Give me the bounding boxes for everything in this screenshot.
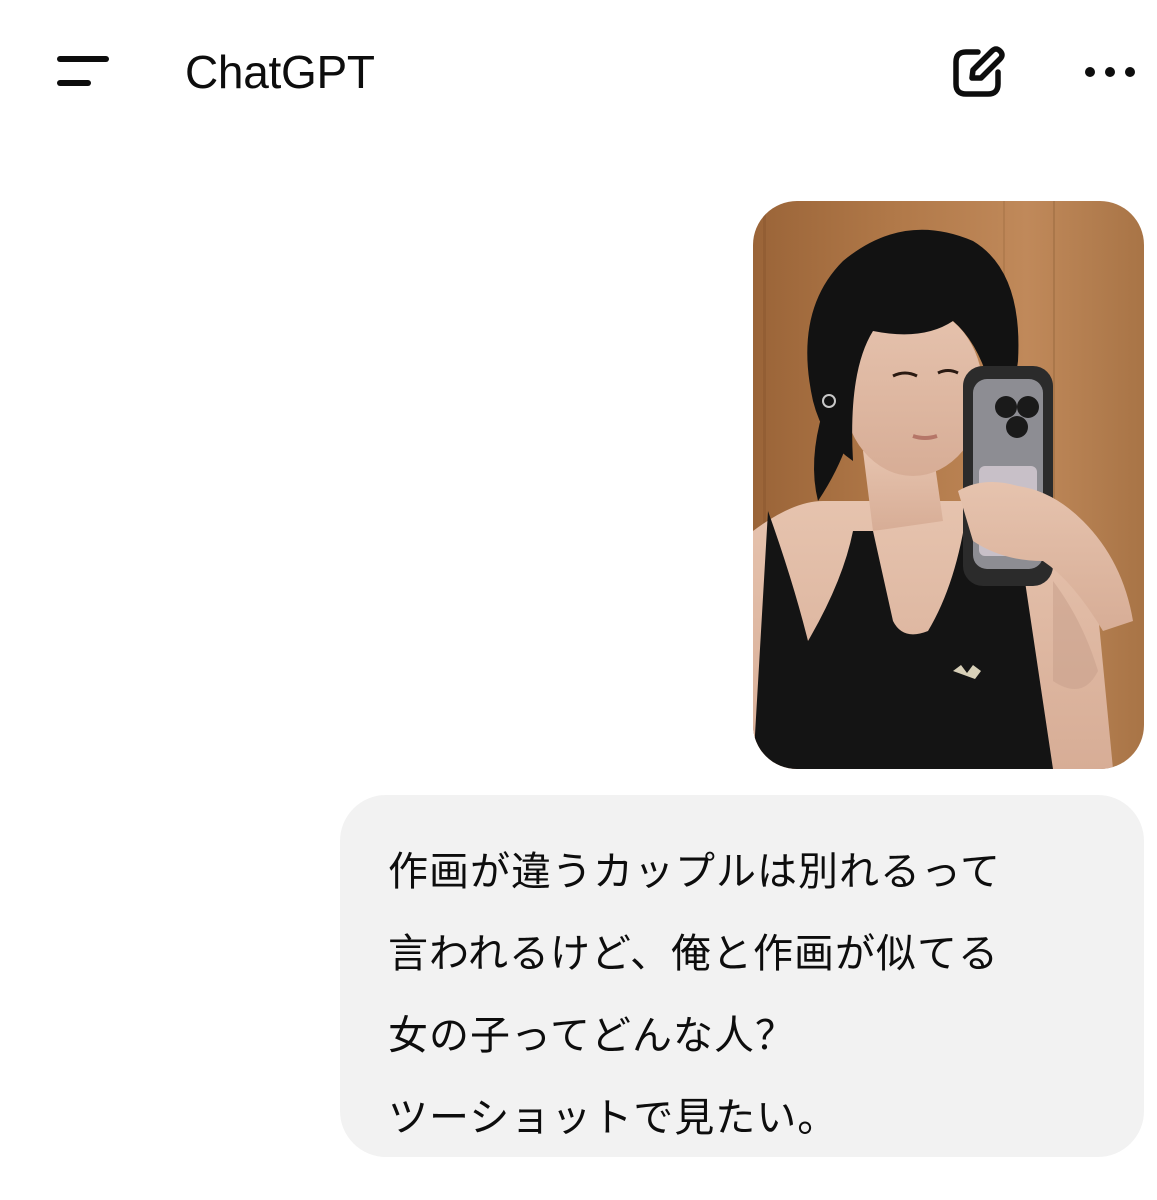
message-line-4: ツーショットで見たい。: [388, 1095, 839, 1141]
sidebar-menu-button[interactable]: [52, 50, 114, 94]
ellipsis-icon: [1085, 67, 1135, 77]
more-options-button[interactable]: [1080, 50, 1140, 94]
new-chat-button[interactable]: [948, 42, 1008, 102]
message-line-2: 言われるけど、俺と作画が似てる: [388, 931, 999, 977]
message-line-1: 作画が違うカップルは別れるって: [388, 849, 1001, 895]
app-title: ChatGPT: [185, 46, 375, 98]
mirror-selfie-image: [753, 201, 1144, 769]
user-attached-photo[interactable]: [753, 201, 1144, 769]
pencil-square-icon: [953, 46, 1005, 97]
user-message-bubble[interactable]: 作画が違うカップルは別れるって 言われるけど、俺と作画が似てる 女の子ってどんな…: [340, 795, 1144, 1157]
sidebar-menu-icon: [57, 56, 109, 86]
top-bar: ChatGPT: [0, 0, 1157, 140]
message-line-3: 女の子ってどんな人？: [388, 1013, 796, 1059]
